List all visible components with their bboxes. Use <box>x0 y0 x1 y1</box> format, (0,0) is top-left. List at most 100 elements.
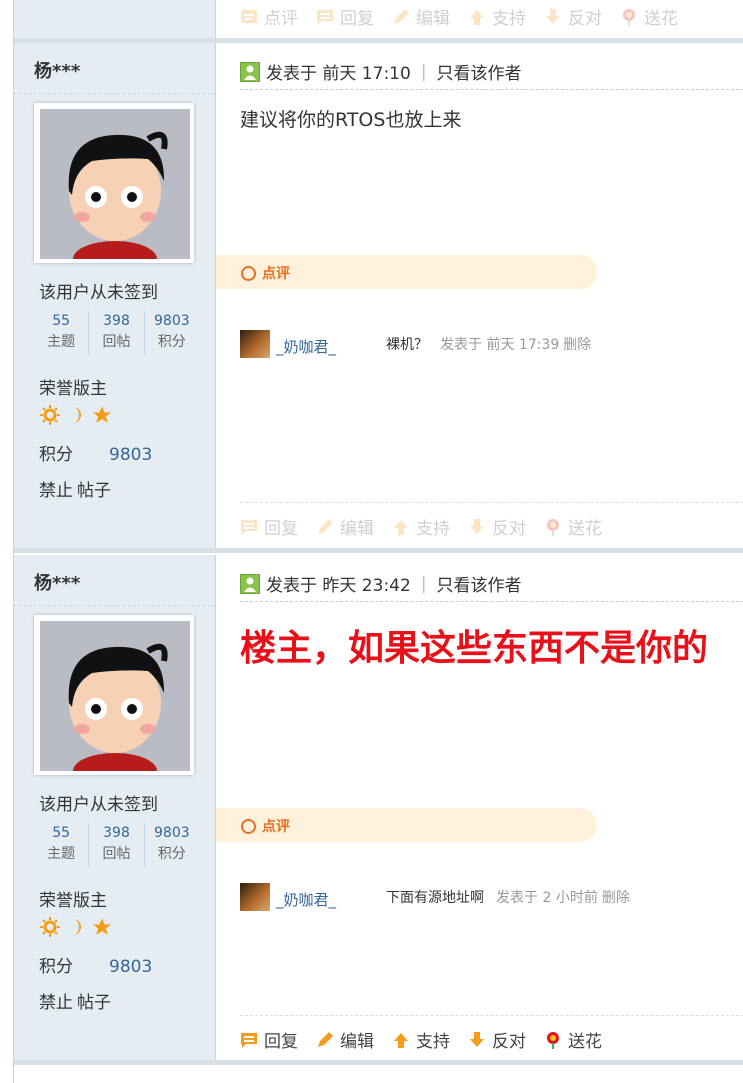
only-author-link[interactable]: 只看该作者 <box>437 59 522 84</box>
moon-icon <box>65 405 87 425</box>
comment-delete-link[interactable]: 删除 <box>602 887 630 907</box>
oppose-label: 反对 <box>492 519 526 539</box>
support-button[interactable]: 支持 <box>392 514 450 539</box>
oppose-button[interactable]: 反对 <box>468 514 526 539</box>
oppose-icon <box>468 1031 486 1049</box>
flower-button[interactable]: 送花 <box>544 1027 602 1052</box>
post-separator <box>14 1060 743 1065</box>
author-name[interactable]: 杨*** <box>34 57 80 83</box>
reply-label: 回复 <box>264 519 298 539</box>
points-label: 积分 <box>39 445 73 465</box>
oppose-button[interactable]: 反对 <box>468 1027 526 1052</box>
edit-label: 编辑 <box>340 519 374 539</box>
avatar[interactable] <box>34 103 194 263</box>
only-author-link[interactable]: 只看该作者 <box>437 571 522 596</box>
flower-label: 送花 <box>568 519 602 539</box>
stat-threads[interactable]: 55 主题 <box>34 823 90 867</box>
edit-icon <box>392 8 410 26</box>
reply-icon <box>240 1031 258 1049</box>
comment-item: _奶咖君_ 裸机？ 发表于 前天 17:39 删除 <box>240 330 591 358</box>
previous-post-footer: 点评 回复 编辑 支持 反对 送花 <box>14 0 743 38</box>
post-actions: 回复 编辑 支持 反对 送花 <box>240 1027 620 1052</box>
author-stats: 55 主题 398 回帖 9803 积分 <box>34 823 199 867</box>
author-name[interactable]: 杨*** <box>34 569 80 595</box>
support-button[interactable]: 支持 <box>392 1027 450 1052</box>
edit-icon <box>316 518 334 536</box>
user-rank[interactable]: 荣誉版主 <box>39 886 107 911</box>
edit-button[interactable]: 编辑 <box>316 514 374 539</box>
stat-label: 积分 <box>157 846 186 862</box>
rate-label: 点评 <box>262 266 290 282</box>
rate-label: 点评 <box>262 819 290 835</box>
signin-status: 该用户从未签到 <box>39 283 158 303</box>
post: 杨*** 该用户从未签到 55 主题 398 回帖 9803 积分 荣誉版主 积… <box>14 43 743 548</box>
divider <box>240 1015 743 1016</box>
support-label: 支持 <box>416 519 450 539</box>
commenter-name[interactable]: _奶咖君_ <box>276 889 336 910</box>
comment-text: 裸机？ <box>386 337 429 353</box>
reply-button[interactable]: 回复 <box>316 4 374 29</box>
post-separator <box>14 548 743 553</box>
posts-link[interactable]: 帖子 <box>77 993 111 1013</box>
comment-circle-icon <box>241 265 256 281</box>
points-label: 积分 <box>39 957 73 977</box>
thread-page: 点评 回复 编辑 支持 反对 送花 杨*** 该用户从未签到 55 主题 398… <box>13 0 743 1083</box>
stat-points[interactable]: 9803 积分 <box>145 311 199 355</box>
stat-replies[interactable]: 398 回帖 <box>89 823 145 867</box>
post-meta: 发表于 昨天 23:42 | 只看该作者 <box>240 571 522 596</box>
divider <box>14 605 215 606</box>
previous-post-actions: 点评 回复 编辑 支持 反对 送花 <box>240 4 696 29</box>
stat-number: 398 <box>103 313 130 329</box>
points-row: 积分 9803 <box>39 440 152 465</box>
post-actions: 回复 编辑 支持 反对 送花 <box>240 514 620 539</box>
comment-time: 发表于 2 小时前 <box>496 890 598 906</box>
rank-stars <box>39 917 117 937</box>
author-sidebar: 杨*** 该用户从未签到 55 主题 398 回帖 9803 积分 荣誉版主 积… <box>14 43 216 548</box>
oppose-button[interactable]: 反对 <box>544 4 602 29</box>
divider <box>240 89 743 90</box>
edit-icon <box>316 1031 334 1049</box>
support-button[interactable]: 支持 <box>468 4 526 29</box>
post-time: 发表于 前天 17:10 <box>266 64 411 84</box>
rate-bar[interactable]: 点评 <box>216 255 597 289</box>
points-row: 积分 9803 <box>39 952 152 977</box>
stat-label: 积分 <box>157 334 186 350</box>
avatar[interactable] <box>34 615 194 775</box>
reply-icon <box>240 518 258 536</box>
stat-points[interactable]: 9803 积分 <box>145 823 199 867</box>
rate-bar[interactable]: 点评 <box>216 808 597 842</box>
flower-button[interactable]: 送花 <box>620 4 678 29</box>
author-sidebar: 杨*** 该用户从未签到 55 主题 398 回帖 9803 积分 荣誉版主 积… <box>14 555 216 1060</box>
flower-button[interactable]: 送花 <box>544 514 602 539</box>
stat-number: 9803 <box>154 825 190 841</box>
comment-button[interactable]: 点评 <box>240 4 298 29</box>
points-value: 9803 <box>109 957 153 977</box>
posts-link[interactable]: 帖子 <box>77 481 111 501</box>
edit-button[interactable]: 编辑 <box>316 1027 374 1052</box>
reply-button[interactable]: 回复 <box>240 1027 298 1052</box>
moderation-links: 禁止 帖子 <box>39 988 115 1013</box>
flower-icon <box>544 1031 562 1049</box>
support-icon <box>392 1031 410 1049</box>
user-rank[interactable]: 荣誉版主 <box>39 374 107 399</box>
commenter-name[interactable]: _奶咖君_ <box>276 336 336 357</box>
meta-separator: | <box>420 61 427 82</box>
commenter-avatar[interactable] <box>240 330 270 358</box>
comment-circle-icon <box>241 818 256 834</box>
divider <box>240 601 743 602</box>
reply-icon <box>316 8 334 26</box>
ban-link[interactable]: 禁止 <box>39 481 73 501</box>
stat-replies[interactable]: 398 回帖 <box>89 311 145 355</box>
reply-button[interactable]: 回复 <box>240 514 298 539</box>
rank-stars <box>39 405 117 425</box>
moon-icon <box>65 917 87 937</box>
ban-link[interactable]: 禁止 <box>39 993 73 1013</box>
comment-time: 发表于 前天 17:39 <box>440 337 560 353</box>
flower-icon <box>544 518 562 536</box>
oppose-label: 反对 <box>568 9 602 29</box>
comment-delete-link[interactable]: 删除 <box>563 334 591 354</box>
stat-number: 55 <box>52 825 71 841</box>
stat-threads[interactable]: 55 主题 <box>34 311 90 355</box>
edit-button[interactable]: 编辑 <box>392 4 450 29</box>
commenter-avatar[interactable] <box>240 883 270 911</box>
